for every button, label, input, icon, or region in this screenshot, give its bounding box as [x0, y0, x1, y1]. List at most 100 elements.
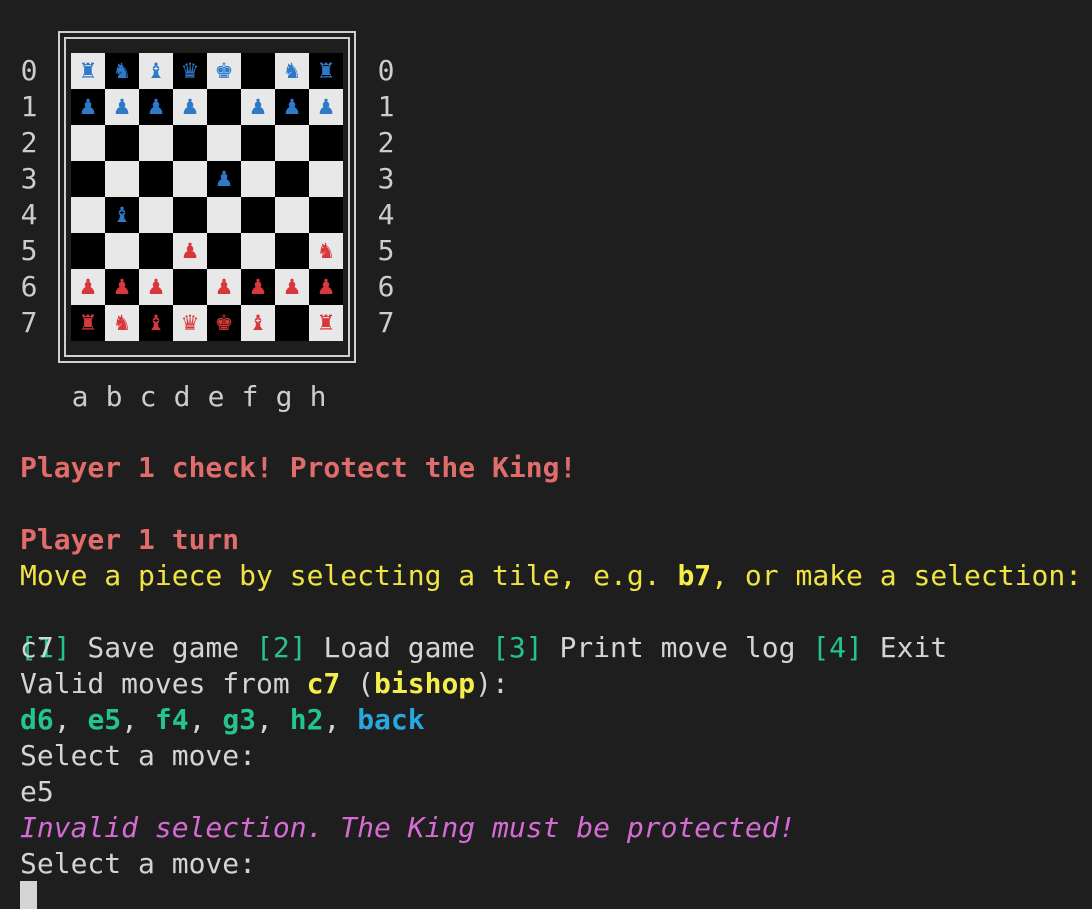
board-square-f5[interactable]: [241, 233, 275, 269]
board-square-d2[interactable]: [173, 125, 207, 161]
board-square-a3[interactable]: [71, 161, 105, 197]
board-square-g7[interactable]: [275, 305, 309, 341]
board-square-c5[interactable]: [139, 233, 173, 269]
board-square-f2[interactable]: [241, 125, 275, 161]
board-square-c1[interactable]: ♟: [139, 89, 173, 125]
rank-label-left: 1: [20, 90, 38, 123]
board-square-h3[interactable]: [309, 161, 343, 197]
board-square-f4[interactable]: [241, 197, 275, 233]
board-square-h6[interactable]: ♟: [309, 269, 343, 305]
board-square-a0[interactable]: ♜: [71, 53, 105, 89]
board-square-a1[interactable]: ♟: [71, 89, 105, 125]
chess-piece: ♟: [282, 275, 302, 299]
board-square-b5[interactable]: [105, 233, 139, 269]
chess-piece: ♝: [146, 59, 166, 83]
board-square-f6[interactable]: ♟: [241, 269, 275, 305]
board-square-e2[interactable]: [207, 125, 241, 161]
rank-label-left: 5: [20, 234, 38, 267]
board-square-h5[interactable]: ♞: [309, 233, 343, 269]
board-square-d6[interactable]: [173, 269, 207, 305]
board-square-g3[interactable]: [275, 161, 309, 197]
board-square-b2[interactable]: [105, 125, 139, 161]
menu-option-log: Print move log: [542, 631, 813, 664]
board-square-e7[interactable]: ♚: [207, 305, 241, 341]
board-square-h4[interactable]: [309, 197, 343, 233]
valid-moves-open-paren: (: [340, 667, 375, 700]
board-square-d0[interactable]: ♛: [173, 53, 207, 89]
chess-piece: ♟: [214, 275, 234, 299]
menu-line: [1] Save game [2] Load game [3] Print mo…: [20, 594, 947, 664]
board-square-c2[interactable]: [139, 125, 173, 161]
board-square-f7[interactable]: ♝: [241, 305, 275, 341]
board-square-g2[interactable]: [275, 125, 309, 161]
board-square-e5[interactable]: [207, 233, 241, 269]
rank-label-right: 1: [377, 90, 395, 123]
chess-piece: ♞: [112, 311, 132, 335]
chess-piece: ♞: [282, 59, 302, 83]
board-square-a2[interactable]: [71, 125, 105, 161]
board-square-e3[interactable]: ♟: [207, 161, 241, 197]
board-square-h1[interactable]: ♟: [309, 89, 343, 125]
board-square-e1[interactable]: [207, 89, 241, 125]
board-square-e6[interactable]: ♟: [207, 269, 241, 305]
file-label: a: [71, 380, 89, 413]
board-square-b6[interactable]: ♟: [105, 269, 139, 305]
board-square-a7[interactable]: ♜: [71, 305, 105, 341]
board-square-g0[interactable]: ♞: [275, 53, 309, 89]
board-square-d1[interactable]: ♟: [173, 89, 207, 125]
board-square-d4[interactable]: [173, 197, 207, 233]
file-label: e: [207, 380, 225, 413]
move-option: e5: [87, 703, 122, 736]
board-square-g4[interactable]: [275, 197, 309, 233]
board-square-b7[interactable]: ♞: [105, 305, 139, 341]
terminal-cursor[interactable]: [20, 881, 37, 909]
board-square-a5[interactable]: [71, 233, 105, 269]
menu-option-save: Save game: [70, 631, 257, 664]
board-square-b3[interactable]: [105, 161, 139, 197]
board-square-f3[interactable]: [241, 161, 275, 197]
check-message: Player 1 check! Protect the King!: [20, 451, 577, 484]
board-square-g1[interactable]: ♟: [275, 89, 309, 125]
chess-piece: ♟: [78, 95, 98, 119]
chess-piece: ♛: [180, 59, 200, 83]
board-square-c3[interactable]: [139, 161, 173, 197]
rank-label-left: 0: [20, 54, 38, 87]
rank-label-right: 4: [377, 198, 395, 231]
board-square-h7[interactable]: ♜: [309, 305, 343, 341]
error-message: Invalid selection. The King must be prot…: [20, 811, 796, 844]
board-square-d7[interactable]: ♛: [173, 305, 207, 341]
chess-piece: ♟: [146, 275, 166, 299]
board-square-d5[interactable]: ♟: [173, 233, 207, 269]
board-square-e0[interactable]: ♚: [207, 53, 241, 89]
rank-label-right: 0: [377, 54, 395, 87]
board-square-e4[interactable]: [207, 197, 241, 233]
chess-piece: ♚: [214, 59, 234, 83]
board-square-c0[interactable]: ♝: [139, 53, 173, 89]
board-square-b1[interactable]: ♟: [105, 89, 139, 125]
board-square-c4[interactable]: [139, 197, 173, 233]
move-option: h2: [289, 703, 324, 736]
board-square-c7[interactable]: ♝: [139, 305, 173, 341]
move-separator: ,: [188, 703, 223, 736]
board-square-b0[interactable]: ♞: [105, 53, 139, 89]
selected-piece: bishop: [374, 667, 476, 700]
board-square-h0[interactable]: ♜: [309, 53, 343, 89]
board-square-a6[interactable]: ♟: [71, 269, 105, 305]
rank-label-left: 6: [20, 270, 38, 303]
chess-piece: ♞: [112, 59, 132, 83]
move-separator: ,: [323, 703, 358, 736]
board-square-f1[interactable]: ♟: [241, 89, 275, 125]
chess-piece: ♟: [112, 95, 132, 119]
board-square-h2[interactable]: [309, 125, 343, 161]
instruction-text-end: , or make a selection:: [711, 559, 1083, 592]
board-square-f0[interactable]: [241, 53, 275, 89]
board-square-d3[interactable]: [173, 161, 207, 197]
board-square-b4[interactable]: ♝: [105, 197, 139, 233]
selected-tile: c7: [306, 667, 341, 700]
board-square-a4[interactable]: [71, 197, 105, 233]
file-label: h: [309, 380, 327, 413]
move-option: d6: [20, 703, 54, 736]
board-square-c6[interactable]: ♟: [139, 269, 173, 305]
board-square-g6[interactable]: ♟: [275, 269, 309, 305]
board-square-g5[interactable]: [275, 233, 309, 269]
